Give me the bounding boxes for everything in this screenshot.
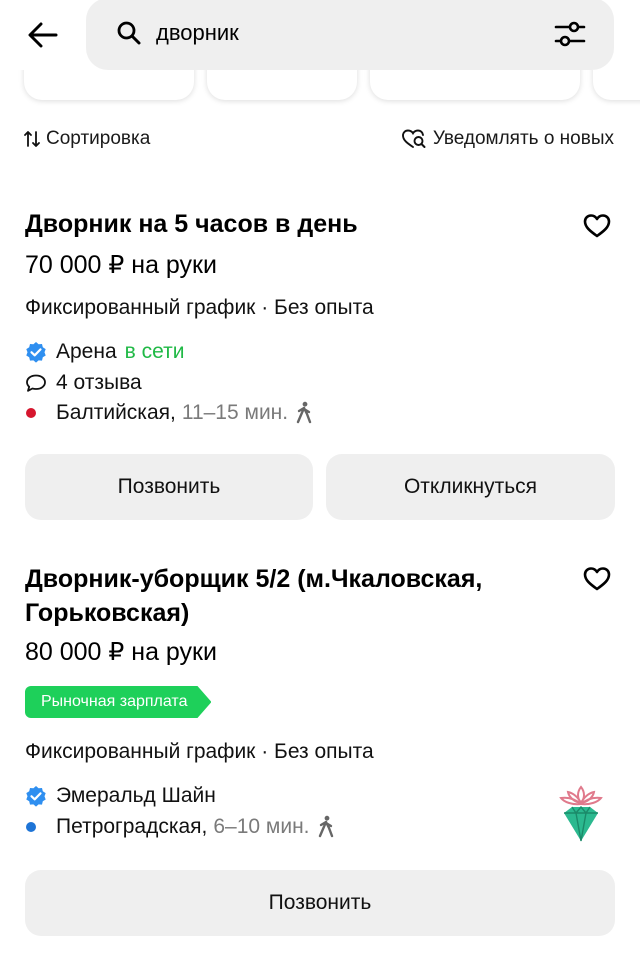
list-controls: Сортировка Уведомлять о новых — [0, 124, 640, 158]
sort-label: Сортировка — [46, 128, 151, 149]
metro-station: Балтийская, — [56, 401, 176, 424]
sort-button[interactable]: Сортировка — [24, 128, 150, 150]
arrow-left-icon — [28, 22, 58, 48]
heart-outline-icon — [583, 213, 611, 237]
speech-bubble-icon — [25, 373, 47, 393]
call-button[interactable]: Позвонить — [25, 454, 313, 520]
filter-chips — [0, 70, 640, 106]
sort-arrows-icon — [24, 131, 40, 147]
salary: 80 000 ₽ на руки — [25, 638, 217, 666]
walking-person-icon — [316, 815, 336, 839]
employer-name[interactable]: Эмеральд Шайн — [56, 782, 216, 810]
employer-line: Арена в сети — [25, 338, 184, 366]
market-salary-badge: Рыночная зарплата — [25, 686, 211, 718]
travel-time: 6–10 мин. — [213, 815, 310, 838]
verified-badge-icon — [25, 341, 47, 363]
favorite-button[interactable] — [581, 210, 613, 240]
reviews-line[interactable]: 4 отзыва — [25, 369, 142, 397]
travel-time: 11–15 мин. — [181, 401, 289, 424]
metro-dot — [25, 406, 47, 420]
reviews-count: 4 отзыва — [56, 371, 142, 394]
filter-chip[interactable] — [207, 70, 357, 100]
metro-station: Петроградская, — [56, 815, 208, 838]
schedule: Фиксированный график · Без опыта — [25, 296, 374, 319]
vacancy-title[interactable]: Дворник на 5 часов в день — [25, 207, 555, 241]
notify-label: Уведомлять о новых — [432, 128, 614, 149]
search-query: дворник — [156, 20, 239, 45]
respond-button[interactable]: Откликнуться — [326, 454, 615, 520]
salary: 70 000 ₽ на руки — [25, 251, 217, 279]
search-input[interactable]: дворник — [86, 0, 614, 70]
employer-logo[interactable] — [552, 783, 610, 847]
metro-dot — [25, 820, 47, 834]
top-bar: дворник — [0, 0, 640, 80]
heart-search-icon — [401, 129, 426, 148]
heart-outline-icon — [583, 566, 611, 590]
sliders-icon[interactable] — [554, 20, 586, 48]
verified-badge-icon — [25, 785, 47, 807]
filter-chip[interactable] — [593, 70, 640, 100]
filter-chip[interactable] — [24, 70, 194, 100]
favorite-button[interactable] — [581, 563, 613, 593]
search-icon — [117, 21, 141, 45]
walking-person-icon — [294, 401, 314, 425]
employer-name[interactable]: Арена — [56, 338, 117, 366]
vacancy-title[interactable]: Дворник-уборщик 5/2 (м.Чкаловская, Горьк… — [25, 562, 555, 630]
call-button[interactable]: Позвонить — [25, 870, 615, 936]
notify-button[interactable]: Уведомлять о новых — [401, 128, 614, 150]
metro-line: Петроградская, 6–10 мин. — [25, 813, 336, 841]
filter-chip[interactable] — [370, 70, 580, 100]
back-button[interactable] — [22, 16, 64, 54]
metro-line: Балтийская, 11–15 мин. — [25, 399, 314, 427]
employer-line: Эмеральд Шайн — [25, 782, 216, 810]
online-status: в сети — [124, 340, 185, 363]
schedule: Фиксированный график · Без опыта — [25, 740, 374, 763]
